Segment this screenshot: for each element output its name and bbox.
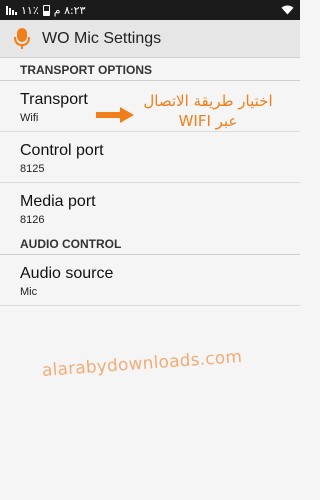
annotation-text: اختيار طريقة الاتصال عبر WIFI: [138, 91, 278, 131]
microphone-icon: [14, 27, 30, 49]
watermark: alarabydownloads.com: [41, 347, 243, 381]
arrow-right-icon: [96, 107, 134, 123]
pref-title: Media port: [20, 193, 96, 210]
annotation-line-1: اختيار طريقة الاتصال: [143, 92, 273, 110]
pref-audio-source[interactable]: Audio source Mic: [0, 255, 300, 305]
status-right: [281, 5, 294, 15]
status-bar: ٨:٢٣ م ٪١١: [0, 0, 300, 20]
status-left: ٨:٢٣ م ٪١١: [6, 4, 86, 17]
status-time: ٨:٢٣ م: [53, 3, 86, 17]
signal-icon: [6, 5, 17, 15]
pref-summary: 8125: [20, 163, 45, 175]
app-bar: WO Mic Settings: [0, 20, 300, 58]
pref-summary: 8126: [20, 214, 45, 226]
section-header-audio: AUDIO CONTROL: [0, 233, 300, 255]
wifi-icon: [281, 5, 294, 15]
pref-title: Audio source: [20, 265, 114, 282]
divider: [0, 305, 300, 306]
pref-control-port[interactable]: Control port 8125: [0, 132, 300, 182]
annotation-callout: اختيار طريقة الاتصال عبر WIFI: [96, 91, 286, 136]
app-title: WO Mic Settings: [42, 29, 162, 47]
battery-icon: [42, 4, 50, 16]
section-header-transport: TRANSPORT OPTIONS: [0, 59, 300, 81]
battery-percent: ٪١١: [21, 3, 39, 17]
annotation-line-2: عبر WIFI: [178, 112, 238, 130]
pref-summary: Mic: [20, 286, 38, 298]
pref-title: Control port: [20, 142, 104, 159]
pref-media-port[interactable]: Media port 8126: [0, 183, 300, 233]
